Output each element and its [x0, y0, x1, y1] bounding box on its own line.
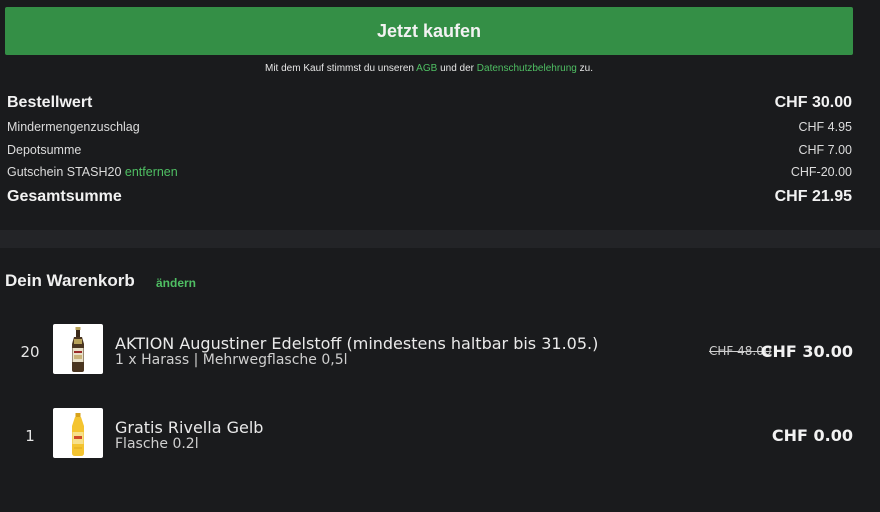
voucher-label: Gutschein STASH20 — [7, 165, 122, 179]
item-name: Gratis Rivella Gelb — [115, 418, 264, 437]
consent-text-start: Mit dem Kauf stimmst du unseren — [265, 63, 417, 74]
soda-bottle-graphic — [72, 413, 84, 456]
consent-text: Mit dem Kauf stimmst du unseren AGB und … — [0, 63, 858, 74]
cart-item[interactable]: 1 Gratis Rivella Gelb Flasche 0.2l CHF 0… — [0, 408, 880, 458]
order-value-row: Bestellwert CHF 30.00 — [7, 94, 852, 114]
item-quantity: 1 — [25, 427, 35, 445]
deposit-row: Depotsumme CHF 7.00 — [7, 143, 852, 159]
item-details: Flasche 0.2l — [115, 436, 199, 452]
edit-cart-link[interactable]: ändern — [156, 276, 196, 290]
item-price: CHF 30.00 — [760, 342, 853, 361]
min-qty-value: CHF 4.95 — [798, 120, 853, 134]
item-price: CHF 0.00 — [771, 426, 853, 445]
total-row: Gesamtsumme CHF 21.95 — [7, 188, 852, 208]
min-qty-label: Mindermengenzuschlag — [7, 120, 140, 134]
item-name: AKTION Augustiner Edelstoff (mindestens … — [115, 334, 599, 353]
consent-text-mid: und der — [437, 63, 477, 74]
buy-now-button[interactable]: Jetzt kaufen — [5, 7, 853, 55]
beer-bottle-icon — [53, 324, 103, 374]
beer-bottle-graphic — [72, 327, 84, 372]
total-label: Gesamtsumme — [7, 188, 122, 205]
soda-bottle-icon — [53, 408, 103, 458]
order-value: CHF 30.00 — [774, 94, 852, 111]
voucher-row: Gutschein STASH20 entfernen CHF-20.00 — [7, 165, 852, 181]
voucher-label-group: Gutschein STASH20 entfernen — [7, 165, 178, 179]
cart-title: Dein Warenkorb — [5, 271, 135, 290]
agb-link[interactable]: AGB — [416, 63, 437, 74]
deposit-label: Depotsumme — [7, 143, 82, 157]
item-quantity: 20 — [20, 343, 40, 361]
voucher-value: CHF-20.00 — [790, 165, 852, 179]
consent-text-end: zu. — [576, 63, 593, 74]
item-details: 1 x Harass | Mehrwegflasche 0,5l — [115, 352, 348, 368]
total-value: CHF 21.95 — [774, 188, 852, 205]
privacy-link[interactable]: Datenschutzbelehrung — [477, 63, 577, 74]
order-value-label: Bestellwert — [7, 94, 93, 111]
remove-voucher-link[interactable]: entfernen — [125, 165, 178, 179]
section-divider — [0, 230, 880, 248]
min-qty-row: Mindermengenzuschlag CHF 4.95 — [7, 120, 852, 136]
deposit-value: CHF 7.00 — [798, 143, 853, 157]
cart-item[interactable]: 20 AKTION Augustiner Edelstoff (mindeste… — [0, 324, 880, 374]
